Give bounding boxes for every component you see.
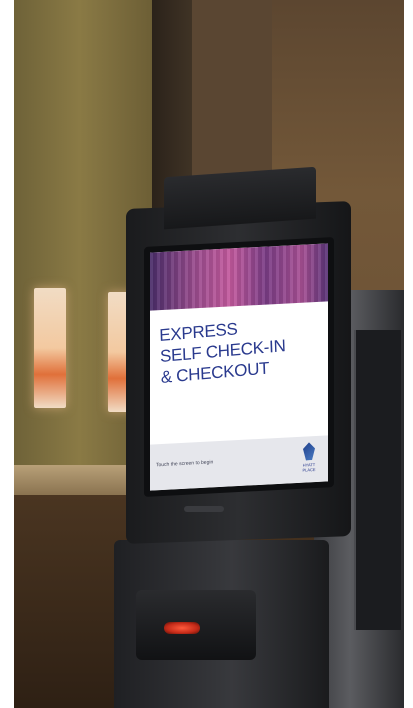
screen-header-banner bbox=[150, 243, 328, 311]
touch-to-begin-prompt: Touch the screen to begin bbox=[156, 459, 214, 469]
kiosk-touchscreen[interactable]: EXPRESS SELF CHECK-IN & CHECKOUT Touch t… bbox=[144, 237, 334, 497]
screen-footer[interactable]: Touch the screen to begin HYATT PLACE bbox=[150, 435, 328, 491]
hotel-lobby-photo: EXPRESS SELF CHECK-IN & CHECKOUT Touch t… bbox=[14, 0, 404, 708]
doorway bbox=[192, 0, 272, 190]
kiosk-bezel-badge bbox=[184, 506, 224, 512]
brand-text: HYATT PLACE bbox=[302, 462, 316, 473]
hotel-logo-icon: HYATT PLACE bbox=[298, 442, 320, 479]
kiosk-side-panel bbox=[354, 330, 401, 630]
card-reader-light-icon bbox=[164, 622, 200, 634]
brand-shape bbox=[303, 442, 315, 461]
wall-sconce-left bbox=[34, 288, 66, 408]
kiosk-top-housing bbox=[164, 166, 316, 230]
screen-title: EXPRESS SELF CHECK-IN & CHECKOUT bbox=[159, 311, 326, 388]
